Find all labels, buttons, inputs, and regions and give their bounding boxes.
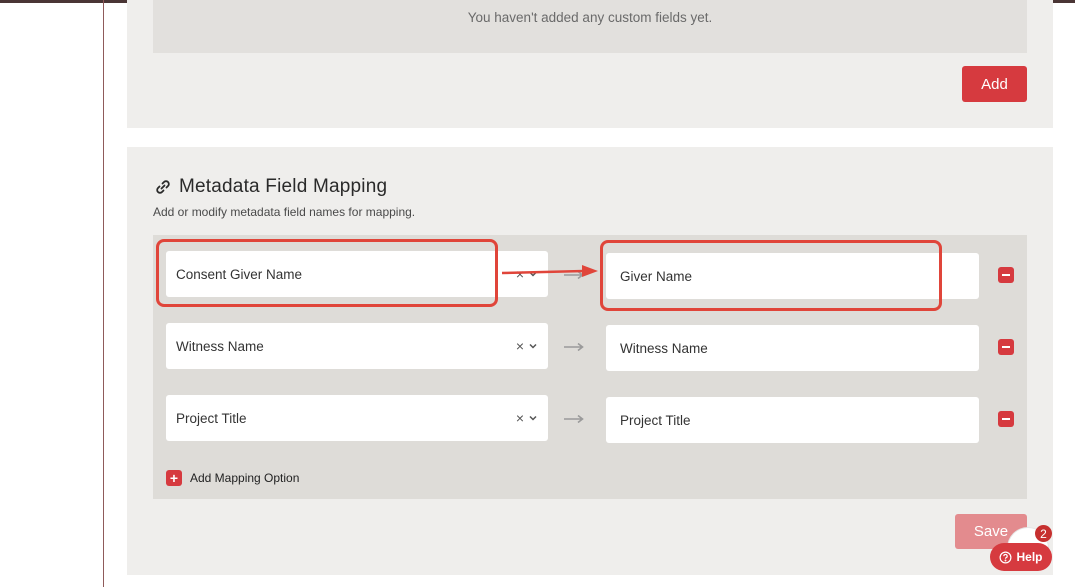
link-icon [156, 180, 170, 194]
empty-state-text: You haven't added any custom fields yet. [467, 10, 713, 25]
help-button[interactable]: Help [990, 543, 1052, 571]
remove-mapping-button[interactable] [998, 339, 1014, 355]
section-title-text: Metadata Field Mapping [179, 176, 388, 197]
source-field-select[interactable]: Witness Name × [166, 323, 548, 369]
annotation-highlight-source [156, 239, 498, 307]
minus-icon [1002, 346, 1010, 348]
sidebar-divider [103, 0, 104, 587]
minus-icon [1002, 418, 1010, 420]
custom-fields-panel: You haven't added any custom fields yet.… [127, 0, 1053, 128]
clear-icon[interactable]: × [516, 338, 524, 354]
mapping-arrow-icon [563, 395, 587, 443]
metadata-mapping-panel: Metadata Field Mapping Add or modify met… [127, 147, 1053, 575]
mapping-row: Witness Name × Witness Name [153, 323, 1027, 371]
custom-fields-empty-state: You haven't added any custom fields yet. [153, 0, 1027, 53]
remove-mapping-button[interactable] [998, 411, 1014, 427]
add-custom-field-button[interactable]: Add [962, 66, 1027, 102]
remove-mapping-button[interactable] [998, 267, 1014, 283]
chevron-down-icon[interactable] [528, 341, 538, 351]
target-field-input[interactable]: Witness Name [606, 325, 979, 371]
mapping-row: Project Title × Project Title [153, 395, 1027, 443]
annotation-arrow-icon [501, 265, 598, 277]
target-field-value: Project Title [620, 412, 691, 428]
target-field-input[interactable]: Project Title [606, 397, 979, 443]
help-widget: 2 Help [990, 522, 1070, 582]
target-field-value: Witness Name [620, 340, 708, 356]
source-field-select[interactable]: Project Title × [166, 395, 548, 441]
annotation-highlight-target [600, 240, 942, 311]
section-title: Metadata Field Mapping [155, 176, 387, 198]
clear-icon[interactable]: × [516, 410, 524, 426]
add-mapping-option-label: Add Mapping Option [190, 471, 300, 485]
source-field-value: Project Title [176, 410, 247, 426]
source-field-value: Witness Name [176, 338, 264, 354]
mapping-arrow-icon [563, 323, 587, 371]
plus-icon: + [166, 470, 182, 486]
section-subtitle: Add or modify metadata field names for m… [153, 205, 416, 219]
chevron-down-icon[interactable] [528, 413, 538, 423]
question-circle-icon [999, 551, 1012, 563]
add-mapping-option-button[interactable]: + Add Mapping Option [166, 470, 299, 486]
minus-icon [1002, 274, 1010, 276]
help-label: Help [1016, 550, 1043, 564]
notification-badge: 2 [1035, 525, 1052, 542]
